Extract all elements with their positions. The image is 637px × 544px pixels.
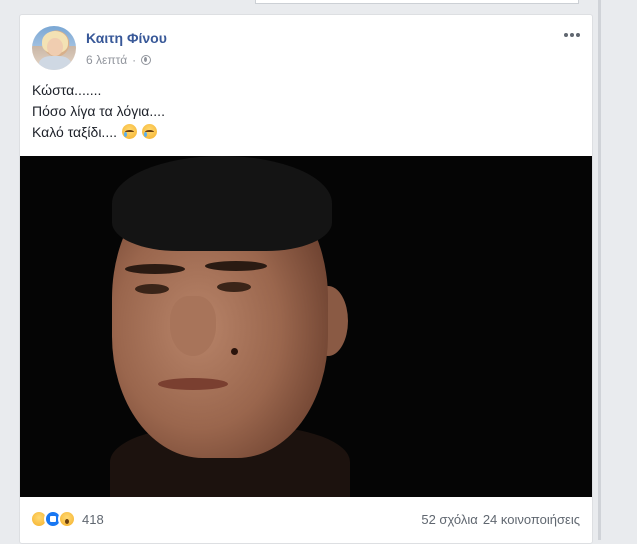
wow-icon: [58, 510, 76, 528]
reactions-summary[interactable]: 418: [30, 510, 104, 528]
crying-emoji-icon: [141, 124, 157, 139]
globe-icon[interactable]: [141, 55, 152, 65]
avatar-body: [39, 56, 71, 70]
photo-eye: [135, 284, 169, 294]
avatar-face: [47, 38, 63, 56]
post-text: Κώστα....... Πόσο λίγα τα λόγια.... Καλό…: [32, 80, 165, 143]
post-footer: 418 52 σχόλια 24 κοινοποιήσεις: [20, 497, 592, 543]
photo-eye: [217, 282, 251, 292]
avatar[interactable]: [32, 26, 76, 70]
post-text-line: Κώστα.......: [32, 82, 102, 98]
photo-brow: [125, 264, 185, 274]
post-time[interactable]: 6 λεπτά: [86, 53, 127, 67]
author-name[interactable]: Καιτη Φίνου: [86, 30, 167, 46]
comments-link[interactable]: 52 σχόλια: [421, 512, 477, 527]
search-bar-edge[interactable]: [255, 0, 579, 4]
shares-link[interactable]: 24 κοινοποιήσεις: [483, 512, 580, 527]
photo-brow: [205, 261, 267, 271]
photo-nose: [170, 296, 216, 356]
post-text-line: Καλό ταξίδι....: [32, 122, 165, 143]
post-meta: 6 λεπτά ·: [86, 53, 152, 67]
reaction-count: 418: [82, 511, 104, 527]
post-photo[interactable]: [20, 156, 592, 497]
post-stats: 52 σχόλια 24 κοινοποιήσεις: [421, 512, 580, 527]
photo-hair: [112, 156, 332, 251]
photo-mouth: [158, 378, 228, 390]
photo-mole: [231, 348, 238, 355]
crying-emoji-icon: [121, 124, 137, 139]
post-text-line: Πόσο λίγα τα λόγια....: [32, 103, 165, 119]
more-icon[interactable]: [561, 27, 583, 43]
post-card: Καιτη Φίνου 6 λεπτά · Κώστα....... Πόσο …: [19, 14, 593, 544]
scroll-divider: [598, 0, 601, 540]
